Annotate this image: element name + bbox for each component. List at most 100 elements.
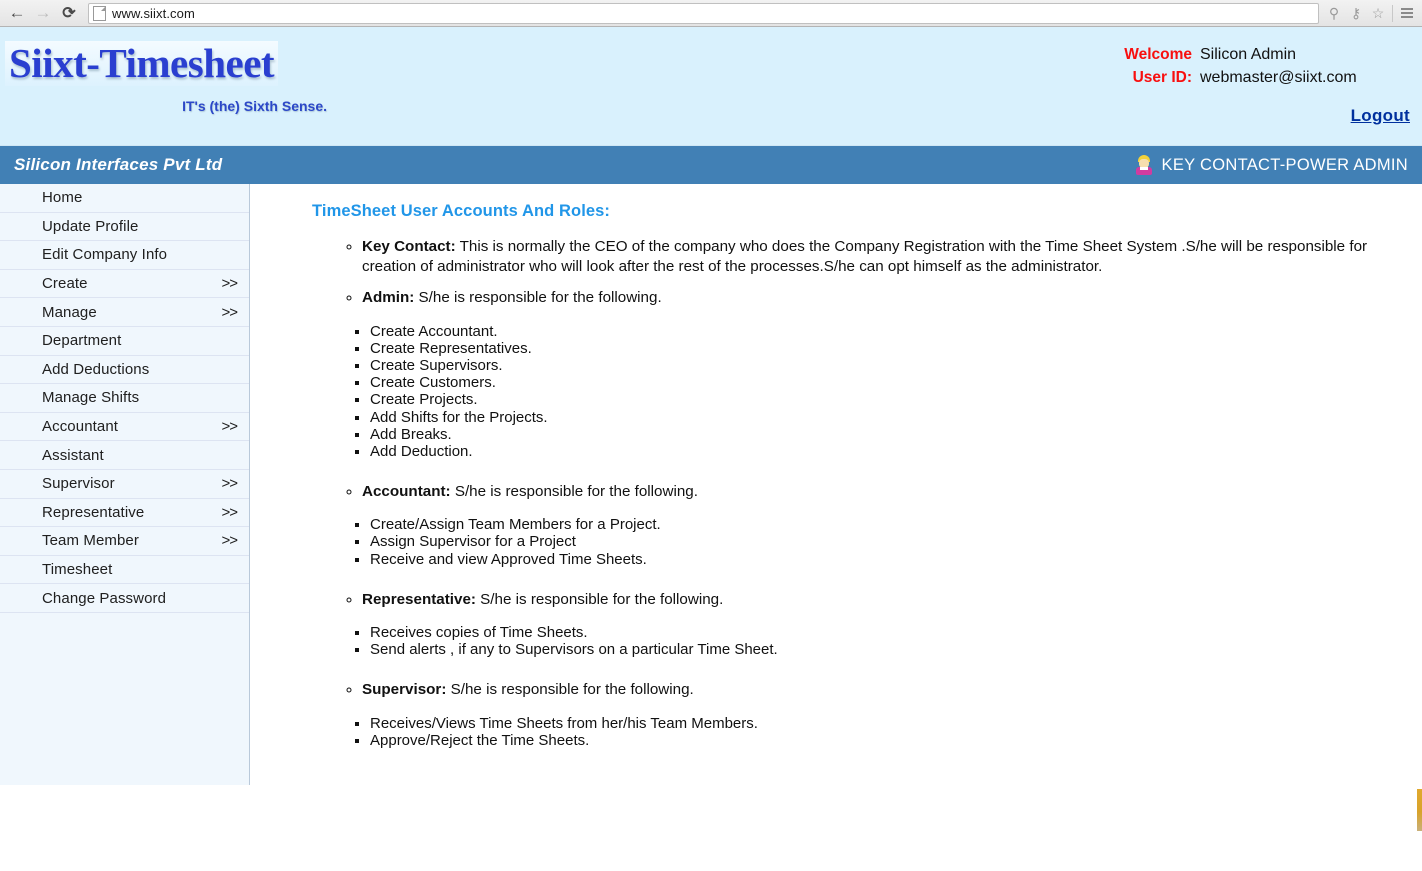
duty-item: Receive and view Approved Time Sheets. — [370, 551, 1412, 568]
back-arrow-icon[interactable]: ← — [4, 2, 30, 24]
role-name: Supervisor: — [362, 681, 447, 699]
chevron-right-icon: >> — [221, 303, 238, 321]
welcome-row: Welcome Silicon Admin — [1124, 43, 1410, 66]
scrollbar-thumb[interactable] — [1417, 789, 1422, 831]
sidebar-item-label: Supervisor — [42, 475, 115, 493]
main-content: TimeSheet User Accounts And Roles: Key C… — [250, 184, 1422, 785]
roles-list: Supervisor: S/he is responsible for the … — [310, 680, 1412, 700]
role-description: S/he is responsible for the following. — [475, 590, 724, 608]
userid-row: User ID: webmaster@siixt.com — [1124, 66, 1410, 89]
sidebar-item-label: Home — [42, 189, 83, 207]
chevron-right-icon: >> — [221, 275, 238, 293]
logo-title: Siixt-Timesheet — [5, 41, 279, 86]
page-document-icon — [93, 5, 106, 21]
site-header: Siixt-Timesheet IT's (the) Sixth Sense. … — [0, 27, 1422, 146]
role-name: Accountant: — [362, 483, 451, 501]
address-bar[interactable]: www.siixt.com — [88, 2, 1319, 24]
sidebar-item-add-deductions[interactable]: Add Deductions — [0, 356, 249, 385]
userid-value: webmaster@siixt.com — [1200, 69, 1357, 87]
url-text: www.siixt.com — [112, 5, 195, 21]
reload-icon[interactable]: ⟳ — [56, 2, 82, 24]
roles-list: Admin: S/he is responsible for the follo… — [310, 288, 1412, 308]
sidebar-item-timesheet[interactable]: Timesheet — [0, 556, 249, 585]
roles-list: Key Contact: This is normally the CEO of… — [310, 237, 1412, 277]
duty-item: Approve/Reject the Time Sheets. — [370, 732, 1412, 749]
duty-item: Create Customers. — [370, 374, 1412, 391]
duty-item: Create Projects. — [370, 391, 1412, 408]
user-info-panel: Welcome Silicon Admin User ID: webmaster… — [1124, 43, 1410, 126]
chevron-right-icon: >> — [221, 532, 238, 550]
chevron-right-icon: >> — [221, 475, 238, 493]
role-label: KEY CONTACT-POWER ADMIN — [1161, 155, 1408, 174]
role-description: S/he is responsible for the following. — [446, 681, 694, 699]
browser-toolbar: ← → ⟳ www.siixt.com ⚲ ⚷ ☆ — [0, 0, 1422, 27]
duty-item: Create Supervisors. — [370, 357, 1412, 374]
toolbar-divider — [1392, 4, 1393, 22]
user-avatar-icon — [1134, 155, 1154, 175]
sidebar-item-manage[interactable]: Manage >> — [0, 298, 249, 327]
sidebar-item-label: Add Deductions — [42, 360, 150, 378]
sidebar-item-label: Department — [42, 332, 122, 350]
sidebar-item-edit-company-info[interactable]: Edit Company Info — [0, 241, 249, 270]
role-indicator: KEY CONTACT-POWER ADMIN — [1134, 155, 1414, 175]
sidebar-item-update-profile[interactable]: Update Profile — [0, 213, 249, 242]
sidebar-item-label: Create — [42, 275, 88, 293]
sidebar-item-assistant[interactable]: Assistant — [0, 441, 249, 470]
sidebar-item-department[interactable]: Department — [0, 327, 249, 356]
duties-list-accountant: Create/Assign Team Members for a Project… — [310, 516, 1412, 568]
sidebar-item-change-password[interactable]: Change Password — [0, 584, 249, 613]
duties-list-representative: Receives copies of Time Sheets. Send ale… — [310, 624, 1412, 658]
sidebar-item-label: Update Profile — [42, 217, 139, 235]
site-logo[interactable]: Siixt-Timesheet IT's (the) Sixth Sense. — [5, 41, 355, 114]
hamburger-menu-icon[interactable] — [1396, 2, 1418, 24]
duty-item: Send alerts , if any to Supervisors on a… — [370, 641, 1412, 658]
chevron-right-icon: >> — [221, 503, 238, 521]
role-name: Representative: — [362, 590, 476, 608]
role-description: S/he is responsible for the following. — [450, 483, 698, 501]
userid-label: User ID: — [1132, 69, 1192, 87]
sidebar-item-representative[interactable]: Representative >> — [0, 499, 249, 528]
sidebar-item-create[interactable]: Create >> — [0, 270, 249, 299]
key-icon[interactable]: ⚷ — [1345, 2, 1367, 24]
role-name: Key Contact: — [362, 238, 456, 255]
magnifier-icon[interactable]: ⚲ — [1323, 2, 1345, 24]
page-title: TimeSheet User Accounts And Roles: — [312, 202, 611, 220]
duty-item: Assign Supervisor for a Project — [370, 533, 1412, 550]
roles-list: Representative: S/he is responsible for … — [310, 590, 1412, 610]
duty-item: Receives/Views Time Sheets from her/his … — [370, 715, 1412, 732]
sidebar-item-manage-shifts[interactable]: Manage Shifts — [0, 384, 249, 413]
sidebar-item-team-member[interactable]: Team Member >> — [0, 527, 249, 556]
sidebar-item-label: Team Member — [42, 532, 139, 550]
chevron-right-icon: >> — [221, 418, 238, 436]
duties-list-admin: Create Accountant. Create Representative… — [310, 323, 1412, 460]
sidebar-item-label: Change Password — [42, 589, 167, 607]
role-item-supervisor: Supervisor: S/he is responsible for the … — [362, 680, 1412, 700]
duties-list-supervisor: Receives/Views Time Sheets from her/his … — [310, 715, 1412, 749]
duty-item: Add Deduction. — [370, 443, 1412, 460]
content-area: Home Update Profile Edit Company Info Cr… — [0, 184, 1422, 871]
role-description: S/he is responsible for the following. — [414, 289, 662, 307]
company-name: Silicon Interfaces Pvt Ltd — [14, 155, 223, 174]
sidebar-item-label: Manage — [42, 303, 97, 321]
welcome-label: Welcome — [1124, 46, 1192, 63]
sidebar-item-label: Manage Shifts — [42, 389, 140, 407]
company-bar: Silicon Interfaces Pvt Ltd KEY CONTACT-P… — [0, 146, 1422, 184]
star-icon[interactable]: ☆ — [1367, 2, 1389, 24]
role-item-key-contact: Key Contact: This is normally the CEO of… — [362, 237, 1412, 277]
sidebar-item-home[interactable]: Home — [0, 184, 249, 213]
duty-item: Create Accountant. — [370, 323, 1412, 340]
logout-link[interactable]: Logout — [1124, 106, 1410, 126]
welcome-value: Silicon Admin — [1200, 46, 1297, 63]
duty-item: Add Shifts for the Projects. — [370, 409, 1412, 426]
forward-arrow-icon: → — [34, 3, 52, 22]
duty-item: Receives copies of Time Sheets. — [370, 624, 1412, 641]
role-item-accountant: Accountant: S/he is responsible for the … — [362, 482, 1412, 502]
duty-item: Create Representatives. — [370, 340, 1412, 357]
sidebar-item-supervisor[interactable]: Supervisor >> — [0, 470, 249, 499]
duty-item: Create/Assign Team Members for a Project… — [370, 516, 1412, 533]
sidebar-item-label: Accountant — [42, 418, 119, 436]
sidebar-item-accountant[interactable]: Accountant >> — [0, 413, 249, 442]
sidebar-item-label: Assistant — [42, 446, 104, 464]
roles-list: Accountant: S/he is responsible for the … — [310, 482, 1412, 502]
sidebar-item-label: Edit Company Info — [42, 246, 168, 264]
